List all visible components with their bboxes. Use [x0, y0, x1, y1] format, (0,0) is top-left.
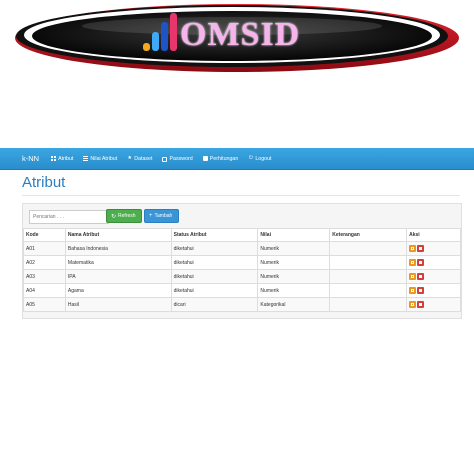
column-header[interactable]: Aksi — [406, 228, 461, 242]
lock-icon — [162, 157, 168, 162]
list-icon — [83, 156, 89, 161]
nav-item-label: Dataset — [134, 155, 153, 162]
calendar-icon — [202, 156, 208, 161]
cell-nilai: Numerik — [257, 241, 331, 256]
title-divider — [22, 195, 460, 196]
edit-icon[interactable] — [409, 273, 417, 280]
delete-icon[interactable] — [417, 245, 425, 252]
cell-status: diketahui — [170, 269, 259, 284]
nav-item-label: Atribut — [58, 155, 74, 162]
cell-nama: Hasil — [64, 297, 172, 312]
cell-nilai: Numerik — [257, 283, 331, 298]
delete-icon[interactable] — [417, 287, 425, 294]
table-row: A01 Bahasa Indonesia diketahui Numerik — [23, 241, 461, 256]
cell-kode: A03 — [23, 269, 66, 284]
grid-icon — [51, 156, 57, 161]
cell-status: dicari — [170, 297, 259, 312]
cell-keterangan — [329, 255, 408, 270]
refresh-button[interactable]: ↻ Refresh — [106, 209, 142, 223]
logo-text: OMSID — [180, 16, 301, 53]
table-row: A05 Hasil dicari Kategorikal — [23, 297, 461, 312]
edit-icon[interactable] — [409, 287, 417, 294]
nav-item-perhitungan[interactable]: Perhitungan — [202, 155, 239, 162]
refresh-icon: ↻ — [111, 213, 117, 220]
table-row: A02 Matematika diketahui Numerik — [23, 255, 461, 270]
table-row: A04 Agama diketahui Numerik — [23, 283, 461, 298]
add-label: Tambah — [154, 213, 173, 219]
column-header[interactable]: Kode — [23, 228, 66, 242]
delete-icon[interactable] — [417, 301, 425, 308]
table-row: A03 IPA diketahui Numerik — [23, 269, 461, 284]
cell-aksi — [406, 283, 461, 298]
cell-status: diketahui — [170, 241, 259, 256]
page-title: Atribut — [22, 174, 66, 191]
add-button[interactable]: + Tambah — [144, 209, 179, 223]
nav-item-dataset[interactable]: ★ Dataset — [127, 156, 152, 162]
cell-nama: Agama — [64, 283, 172, 298]
cell-nama: IPA — [64, 269, 172, 284]
edit-icon[interactable] — [409, 301, 417, 308]
refresh-label: Refresh — [118, 213, 136, 219]
column-header[interactable]: Nilai — [257, 228, 331, 242]
cell-keterangan — [329, 297, 408, 312]
column-header[interactable]: Status Atribut — [170, 228, 259, 242]
column-header[interactable]: Nama Atribut — [64, 228, 172, 242]
search-input[interactable] — [29, 210, 109, 224]
cell-nama: Matematika — [64, 255, 172, 270]
logo-banner: OMSID — [0, 0, 474, 80]
cell-keterangan — [329, 283, 408, 298]
atribut-table: Kode Nama Atribut Status Atribut Nilai K… — [23, 228, 461, 312]
cell-kode: A02 — [23, 255, 66, 270]
cell-nilai: Kategorikal — [257, 297, 331, 312]
edit-icon[interactable] — [409, 245, 417, 252]
edit-icon[interactable] — [409, 259, 417, 266]
nav-item-label: Password — [169, 155, 193, 162]
cell-aksi — [406, 269, 461, 284]
nav-item-label: Logout — [255, 155, 272, 162]
cell-kode: A05 — [23, 297, 66, 312]
cell-status: diketahui — [170, 255, 259, 270]
cell-aksi — [406, 297, 461, 312]
cell-kode: A04 — [23, 283, 66, 298]
cell-kode: A01 — [23, 241, 66, 256]
delete-icon[interactable] — [417, 273, 425, 280]
cell-status: diketahui — [170, 283, 259, 298]
nav-item-label: Perhitungan — [209, 155, 239, 162]
atribut-panel: ↻ Refresh + Tambah Kode Nama Atribut Sta… — [22, 203, 462, 319]
plus-icon: + — [149, 213, 153, 219]
cell-nilai: Numerik — [257, 269, 331, 284]
nav-item-nilai-atribut[interactable]: Nilai Atribut — [83, 156, 117, 162]
cell-nilai: Numerik — [257, 255, 331, 270]
top-navbar: k-NN Atribut Nilai Atribut ★ Dataset Pas… — [0, 148, 474, 170]
cell-aksi — [406, 255, 461, 270]
nav-item-logout[interactable]: ⏻ Logout — [248, 155, 272, 162]
cell-nama: Bahasa Indonesia — [64, 241, 172, 256]
nav-item-atribut[interactable]: Atribut — [51, 156, 73, 162]
table-header-row: Kode Nama Atribut Status Atribut Nilai K… — [23, 228, 461, 242]
cell-keterangan — [329, 269, 408, 284]
delete-icon[interactable] — [417, 259, 425, 266]
star-icon: ★ — [127, 155, 132, 161]
cell-aksi — [406, 241, 461, 256]
cell-keterangan — [329, 241, 408, 256]
logout-icon: ⏻ — [248, 155, 253, 161]
nav-item-password[interactable]: Password — [162, 155, 193, 162]
nav-item-label: Nilai Atribut — [90, 155, 118, 162]
navbar-brand[interactable]: k-NN — [22, 154, 39, 163]
column-header[interactable]: Keterangan — [329, 228, 408, 242]
